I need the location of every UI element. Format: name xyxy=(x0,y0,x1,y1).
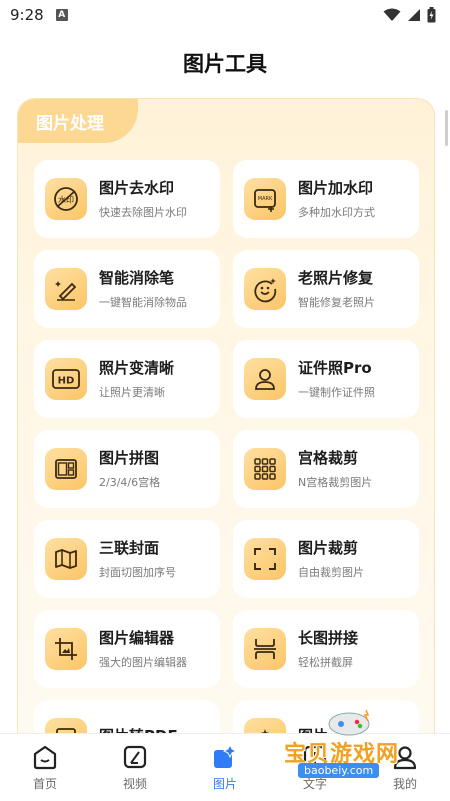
long-stitch-icon xyxy=(244,628,286,670)
image-editor-icon xyxy=(45,628,87,670)
tool-card-id-photo[interactable]: 证件照Pro 一键制作证件照 xyxy=(233,340,419,418)
tool-card-eraser-pen[interactable]: 智能消除笔 一键智能消除物品 xyxy=(34,250,220,328)
tool-desc: 一键智能消除物品 xyxy=(99,296,187,309)
tool-name: 图片去水印 xyxy=(99,179,175,197)
tool-desc: 智能修复老照片 xyxy=(298,296,375,309)
tool-desc: 多种加水印方式 xyxy=(298,206,375,219)
tool-name: 图片拼图 xyxy=(99,449,160,467)
section-title: 图片处理 xyxy=(18,99,138,143)
tool-name: 证件照Pro xyxy=(298,359,372,377)
mark-badge: MARK xyxy=(258,196,273,202)
tool-card-crop[interactable]: 图片裁剪 自由裁剪图片 xyxy=(233,520,419,598)
image-icon xyxy=(214,743,238,768)
add-watermark-icon: MARK xyxy=(244,178,286,220)
watermark-url: baobeiy.com xyxy=(298,763,380,778)
status-time: 9:28 xyxy=(10,6,44,24)
tool-desc: 快速去除图片水印 xyxy=(99,206,187,219)
hd-badge: HD xyxy=(58,376,75,387)
wifi-icon xyxy=(383,8,401,21)
watermark-badge: 水印 xyxy=(58,195,74,205)
tool-desc: 一键制作证件照 xyxy=(298,386,375,399)
home-icon xyxy=(33,745,57,770)
page-title: 图片工具 xyxy=(183,52,267,76)
tool-card-grid-crop[interactable]: 宫格裁剪 N宫格裁剪图片 xyxy=(233,430,419,508)
tool-desc: 封面切图加序号 xyxy=(99,566,176,579)
site-watermark: 宝贝游戏网 baobeiy.com xyxy=(278,706,428,786)
collage-icon xyxy=(45,448,87,490)
tool-name: 老照片修复 xyxy=(298,269,374,287)
tool-name: 三联封面 xyxy=(99,539,160,557)
notification-icon: A xyxy=(55,9,68,21)
gamepad-icon xyxy=(328,709,370,736)
tool-desc: 强大的图片编辑器 xyxy=(99,656,187,669)
tab-image[interactable]: 图片 xyxy=(180,734,270,801)
tool-card-hd[interactable]: HD 照片变清晰 让照片更清晰 xyxy=(34,340,220,418)
grid-crop-icon xyxy=(244,448,286,490)
tab-home[interactable]: 首页 xyxy=(0,734,90,801)
eraser-pen-icon xyxy=(45,268,87,310)
hd-icon: HD xyxy=(45,358,87,400)
image-processing-panel: 图片处理 水印 图片去水印 快速去除图片水印 MARK 图片加水印 多种加水印方… xyxy=(17,98,435,760)
tool-desc: 2/3/4/6宫格 xyxy=(99,476,161,489)
tool-card-remove-watermark[interactable]: 水印 图片去水印 快速去除图片水印 xyxy=(34,160,220,238)
tool-card-image-editor[interactable]: 图片编辑器 强大的图片编辑器 xyxy=(34,610,220,688)
tool-name: 智能消除笔 xyxy=(99,269,175,287)
tool-name: 图片加水印 xyxy=(298,179,374,197)
tool-desc: 让照片更清晰 xyxy=(99,386,165,399)
triptych-cover-icon xyxy=(45,538,87,580)
tool-name: 宫格裁剪 xyxy=(298,449,359,467)
tool-card-collage[interactable]: 图片拼图 2/3/4/6宫格 xyxy=(34,430,220,508)
remove-watermark-icon: 水印 xyxy=(45,178,87,220)
video-icon xyxy=(123,745,147,769)
photo-restore-icon xyxy=(244,268,286,310)
tool-desc: N宫格裁剪图片 xyxy=(298,476,373,489)
signal-icon xyxy=(408,9,420,21)
tool-name: 图片编辑器 xyxy=(99,629,175,647)
battery-icon xyxy=(427,7,436,23)
tool-card-long-stitch[interactable]: 长图拼接 轻松拼截屏 xyxy=(233,610,419,688)
scrollbar[interactable] xyxy=(445,110,448,146)
tool-name: 照片变清晰 xyxy=(99,359,175,377)
crop-icon xyxy=(244,538,286,580)
tab-label: 首页 xyxy=(32,777,57,791)
tab-video[interactable]: 视频 xyxy=(90,734,180,801)
tab-label: 图片 xyxy=(212,777,237,791)
tool-card-add-watermark[interactable]: MARK 图片加水印 多种加水印方式 xyxy=(233,160,419,238)
tool-desc: 自由裁剪图片 xyxy=(298,566,364,579)
tool-name: 长图拼接 xyxy=(298,629,359,647)
tool-card-triptych-cover[interactable]: 三联封面 封面切图加序号 xyxy=(34,520,220,598)
tab-label: 视频 xyxy=(122,777,147,791)
id-photo-icon xyxy=(244,358,286,400)
tool-card-photo-restore[interactable]: 老照片修复 智能修复老照片 xyxy=(233,250,419,328)
tool-desc: 轻松拼截屏 xyxy=(298,656,353,669)
tool-name: 图片裁剪 xyxy=(298,539,359,557)
status-bar: 9:28 A xyxy=(0,0,450,30)
